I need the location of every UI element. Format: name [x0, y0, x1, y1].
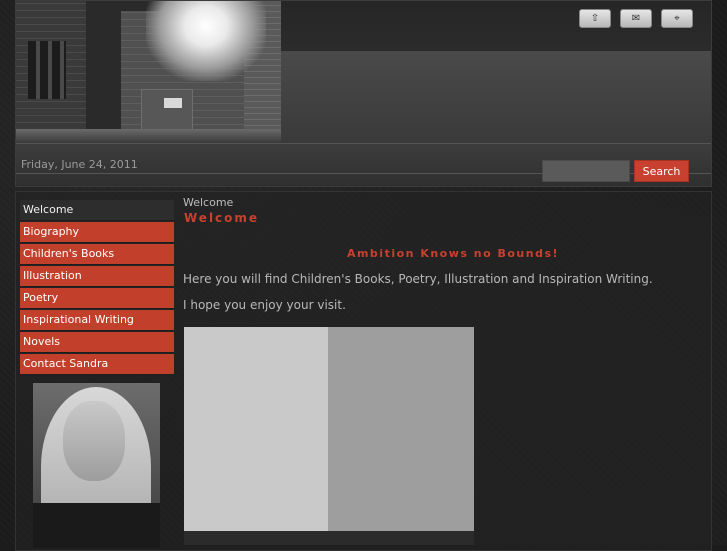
- search-input[interactable]: [542, 160, 630, 182]
- current-date: Friday, June 24, 2011: [21, 158, 138, 171]
- home-icon[interactable]: ⇧: [579, 9, 611, 28]
- search-button[interactable]: Search: [634, 160, 689, 182]
- sidebar-item-poetry[interactable]: Poetry: [20, 288, 174, 309]
- slideshow-image-right: [328, 327, 474, 531]
- sidebar-item-illustration[interactable]: Illustration: [20, 266, 174, 287]
- sidebar-item-childrens-books[interactable]: Children's Books: [20, 244, 174, 265]
- sitemap-icon[interactable]: ⌖: [661, 9, 693, 28]
- welcome-paragraph: I hope you enjoy your visit.: [183, 298, 346, 312]
- tagline: Ambition Knows no Bounds!: [346, 247, 560, 260]
- slideshow-image-left: [184, 327, 328, 531]
- mail-icon[interactable]: ✉: [620, 9, 652, 28]
- page-title: Welcome: [184, 211, 260, 225]
- sidebar-item-inspirational-writing[interactable]: Inspirational Writing: [20, 310, 174, 331]
- sidebar-item-welcome[interactable]: Welcome: [20, 200, 174, 221]
- site-header: ⇧ ✉ ⌖ Friday, June 24, 2011: [15, 0, 712, 187]
- image-slideshow[interactable]: [184, 327, 474, 545]
- intro-paragraph: Here you will find Children's Books, Poe…: [183, 272, 653, 286]
- header-icon-bar: ⇧ ✉ ⌖: [579, 9, 693, 28]
- sidebar-item-novels[interactable]: Novels: [20, 332, 174, 353]
- breadcrumb: Welcome: [183, 196, 234, 209]
- main-content: Welcome Welcome Ambition Knows no Bounds…: [183, 196, 703, 324]
- sidebar-nav: Welcome Biography Children's Books Illus…: [20, 200, 174, 376]
- sidebar-item-contact-sandra[interactable]: Contact Sandra: [20, 354, 174, 375]
- header-alley-photo: [16, 1, 281, 143]
- sidebar-item-biography[interactable]: Biography: [20, 222, 174, 243]
- author-portrait: [33, 383, 160, 548]
- slideshow-caption-bar: [184, 531, 474, 545]
